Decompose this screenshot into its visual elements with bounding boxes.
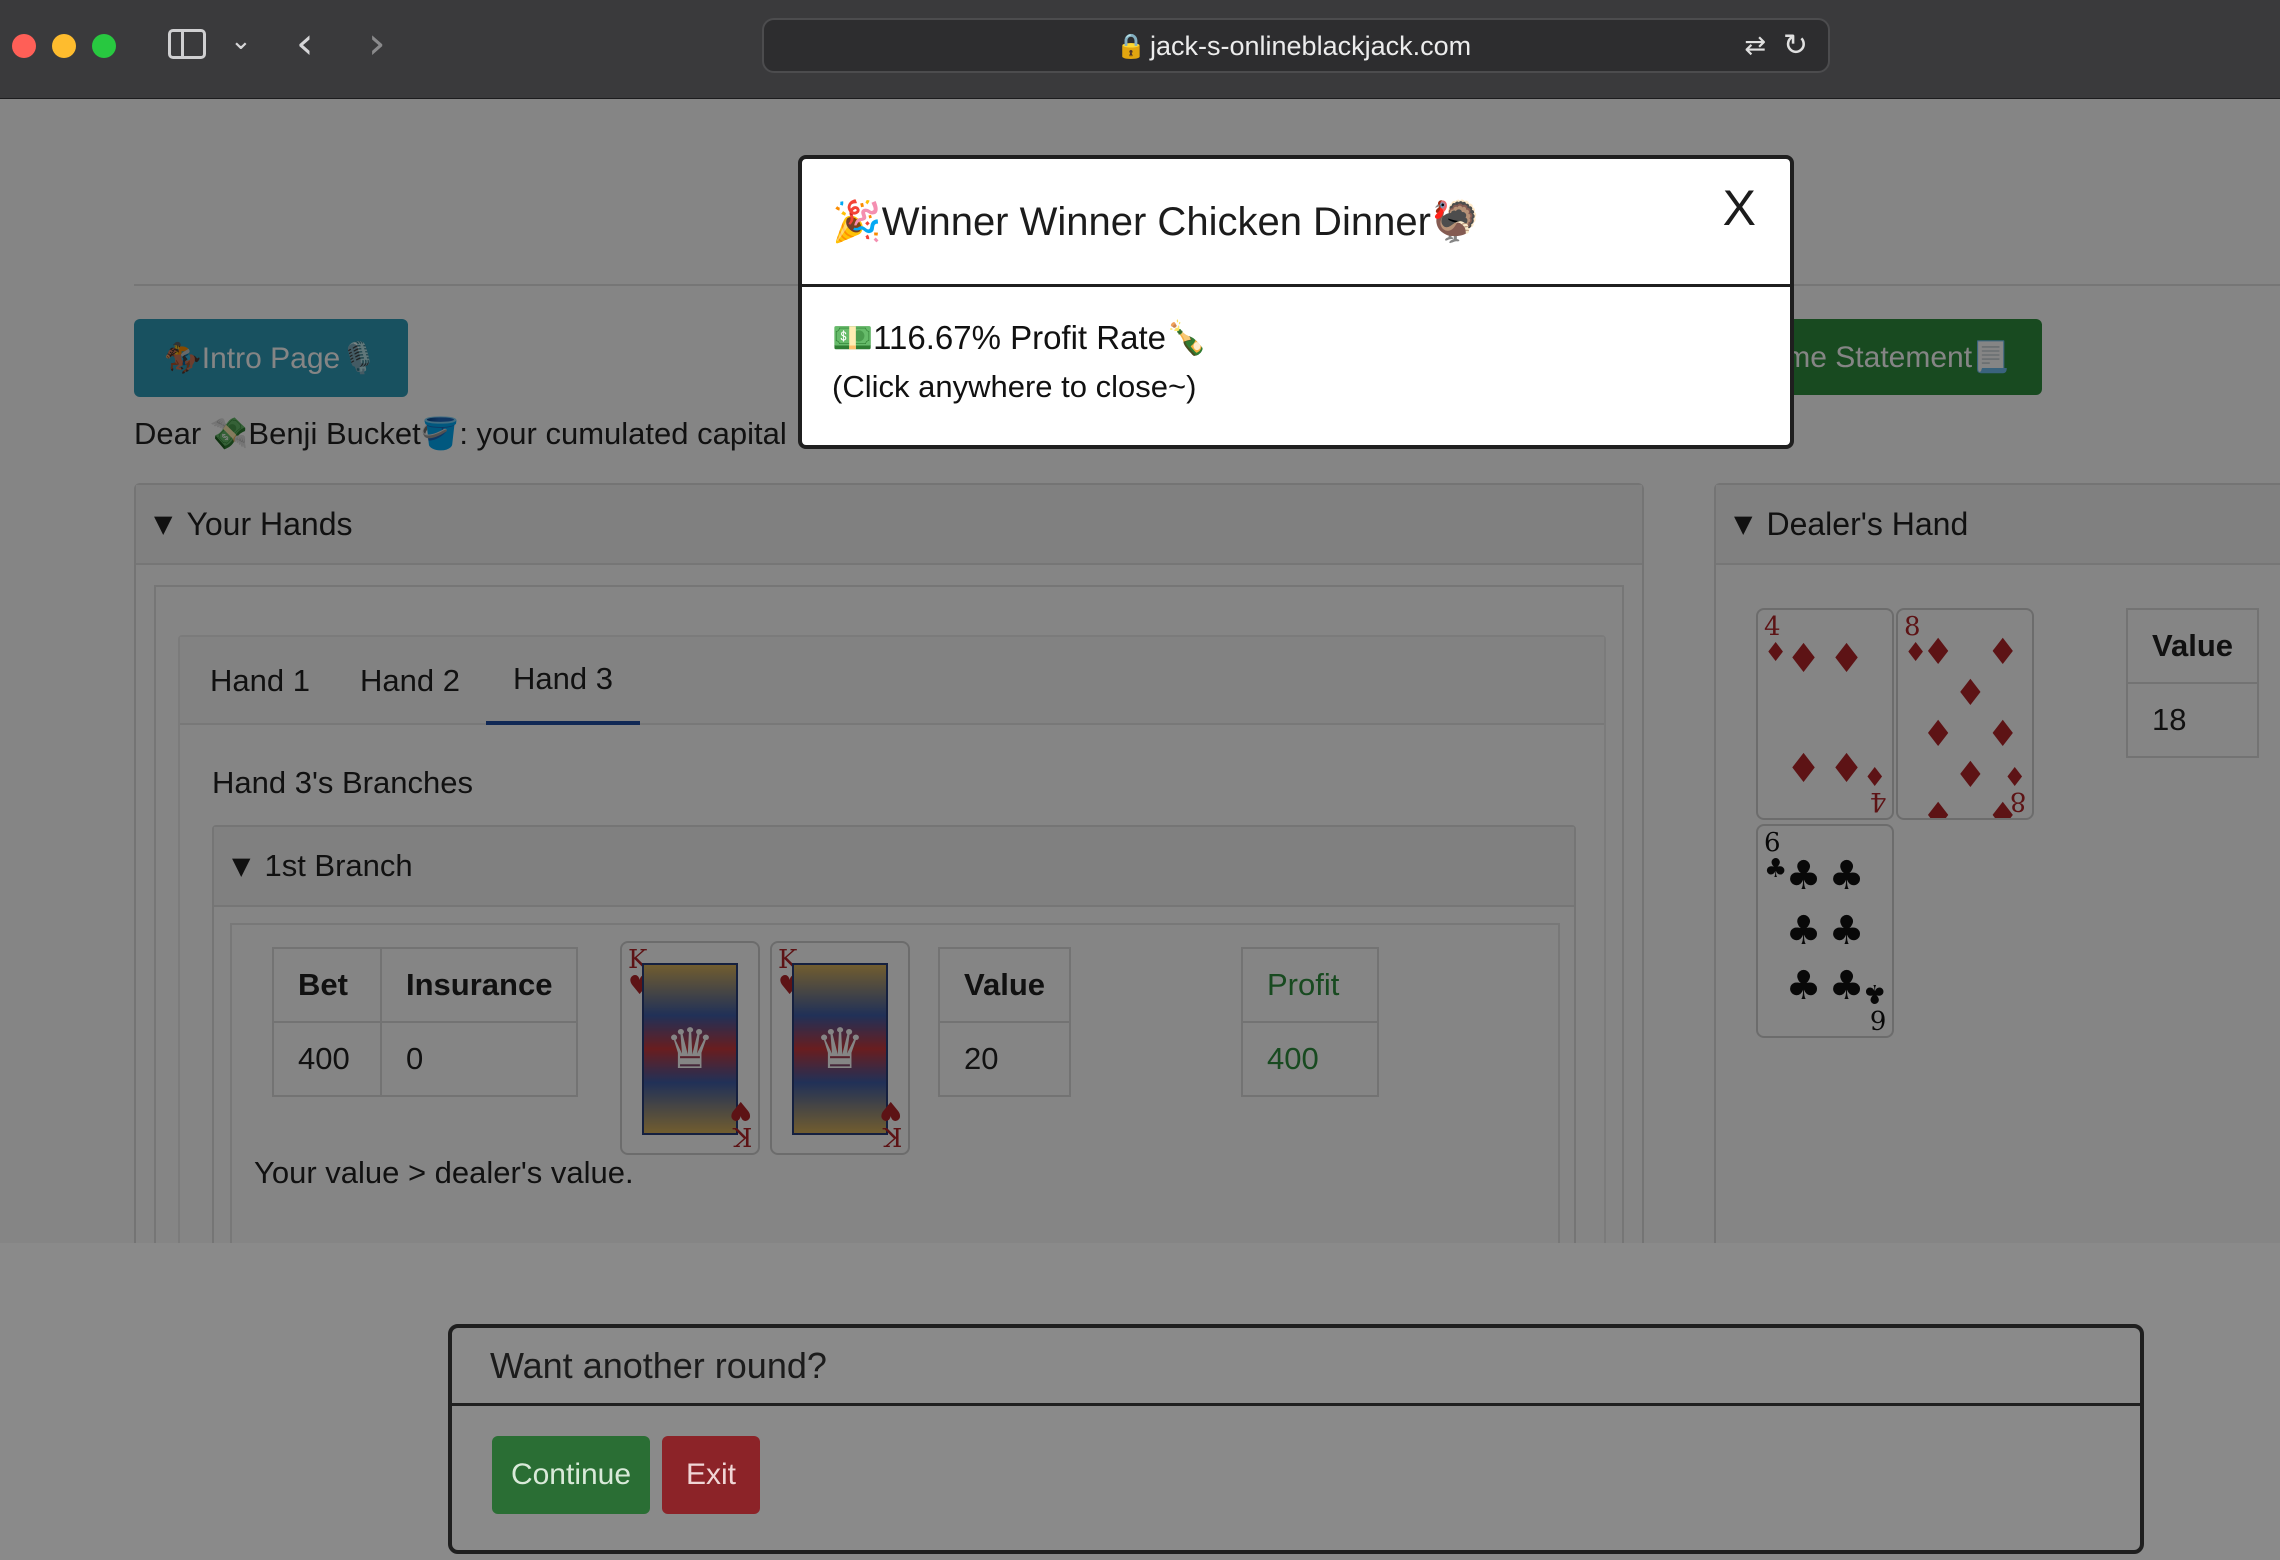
exit-button[interactable]: Exit — [662, 1436, 760, 1514]
browser-toolbar: ⌄ ‹ › 🔒 jack-s-onlineblackjack.com ⇄ ↻ — [0, 0, 2280, 99]
back-icon[interactable]: ‹ — [296, 18, 314, 69]
close-window-button[interactable] — [12, 34, 36, 58]
chevron-down-icon[interactable]: ⌄ — [230, 26, 252, 56]
url-text: jack-s-onlineblackjack.com — [1150, 31, 1472, 61]
lock-icon: 🔒 — [1116, 33, 1146, 60]
another-round-dialog: Want another round? Continue Exit — [448, 1324, 2144, 1554]
maximize-window-button[interactable] — [92, 34, 116, 58]
another-round-title: Want another round? — [452, 1328, 2140, 1406]
close-modal-button[interactable]: X — [1723, 179, 1756, 237]
translate-icon[interactable]: ⇄ — [1744, 30, 1766, 61]
minimize-window-button[interactable] — [52, 34, 76, 58]
sidebar-toggle-icon[interactable] — [168, 29, 206, 59]
forward-icon[interactable]: › — [368, 18, 386, 69]
modal-title: 🎉Winner Winner Chicken Dinner🦃 — [802, 159, 1790, 287]
continue-button[interactable]: Continue — [492, 1436, 650, 1514]
close-hint-text: (Click anywhere to close~) — [832, 369, 1197, 404]
profit-rate-text: 💵116.67% Profit Rate🍾 — [832, 319, 1208, 356]
reload-icon[interactable]: ↻ — [1783, 28, 1808, 63]
address-bar[interactable]: 🔒 jack-s-onlineblackjack.com ⇄ ↻ — [762, 18, 1830, 73]
winner-modal[interactable]: 🎉Winner Winner Chicken Dinner🦃 X 💵116.67… — [798, 155, 1794, 449]
